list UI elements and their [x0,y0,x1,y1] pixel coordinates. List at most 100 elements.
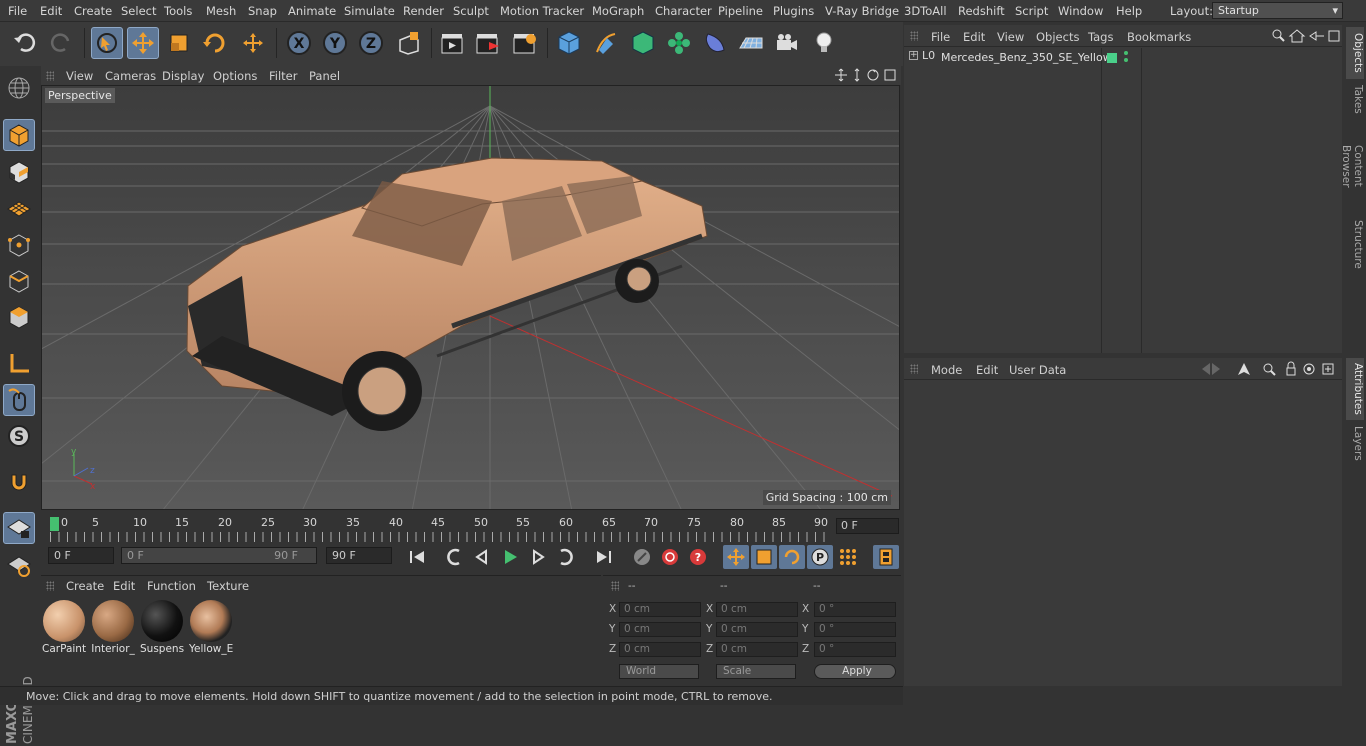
rotate-tool-button[interactable] [199,27,231,59]
object-name[interactable]: Mercedes_Benz_350_SE_Yellow [941,51,1112,64]
grip-icon[interactable] [46,71,54,81]
tweak-mode-button[interactable] [3,384,35,416]
tab-objects[interactable]: Objects [1346,27,1364,79]
next-key-button[interactable] [553,545,579,569]
grip-icon[interactable] [910,31,918,41]
size-z-field[interactable]: 0 cm [716,642,798,657]
render-view-button[interactable] [436,27,468,59]
visibility-render-dot[interactable] [1124,51,1128,55]
snap-button[interactable] [3,466,35,498]
material-item[interactable]: Yellow_E [189,599,233,656]
position-z-field[interactable]: 0 cm [619,642,701,657]
menu-create[interactable]: Create [74,4,112,18]
locked-workplane-button[interactable] [3,512,35,544]
visibility-render-dot[interactable] [1124,58,1128,62]
attributes-menu-mode[interactable]: Mode [931,363,962,377]
viewport-menu-display[interactable]: Display [162,69,204,83]
menu-render[interactable]: Render [403,4,444,18]
deformer-button[interactable] [699,27,731,59]
spline-pen-button[interactable] [590,27,622,59]
menu-script[interactable]: Script [1015,4,1048,18]
point-level-key-button[interactable] [835,545,861,569]
tab-attributes[interactable]: Attributes [1346,358,1364,420]
frame-range-slider[interactable]: 0 F 90 F [121,547,317,564]
viewport-menu-filter[interactable]: Filter [269,69,297,83]
objects-menu-objects[interactable]: Objects [1036,30,1079,44]
timeline-window-button[interactable] [873,545,899,569]
size-y-field[interactable]: 0 cm [716,622,798,637]
menu-simulate[interactable]: Simulate [344,4,395,18]
cloner-button[interactable] [663,27,695,59]
previous-key-button[interactable] [441,545,467,569]
material-menu-create[interactable]: Create [66,579,104,593]
viewport-menu-options[interactable]: Options [213,69,257,83]
rotation-p-field[interactable]: 0 ° [814,622,896,637]
objects-menu-bookmarks[interactable]: Bookmarks [1127,30,1191,44]
redo-button[interactable] [45,27,77,59]
tab-structure[interactable]: Structure [1346,215,1364,273]
menu-select[interactable]: Select [121,4,156,18]
material-item[interactable]: Suspens [140,599,184,656]
cube-object-button[interactable] [553,27,585,59]
model-mode-button[interactable] [3,119,35,151]
visibility-editor-dot[interactable] [1107,53,1117,63]
go-to-end-button[interactable] [591,545,617,569]
grip-icon[interactable] [46,581,54,591]
size-x-field[interactable]: 0 cm [716,602,798,617]
material-item[interactable]: CarPaint [42,599,86,656]
autokey-button[interactable] [657,545,683,569]
attribute-manager-tools[interactable] [1200,361,1340,377]
menu-3dtoall[interactable]: 3DToAll [904,4,947,18]
menu-pipeline[interactable]: Pipeline [718,4,763,18]
play-button[interactable] [497,545,523,569]
rotation-b-field[interactable]: 0 ° [814,642,896,657]
polygons-mode-button[interactable] [3,301,35,333]
points-mode-button[interactable] [3,229,35,261]
floor-button[interactable] [735,27,767,59]
playhead-marker[interactable] [50,517,59,531]
menu-mograph[interactable]: MoGraph [592,4,644,18]
object-manager-tools[interactable] [1272,29,1340,43]
material-menu-edit[interactable]: Edit [113,579,135,593]
scale-key-button[interactable] [751,545,777,569]
timeline-ruler[interactable]: 0 5 10 15 20 25 30 35 40 45 50 55 60 65 … [41,512,901,544]
go-to-start-button[interactable] [404,545,430,569]
light-button[interactable] [808,27,840,59]
menu-sculpt[interactable]: Sculpt [453,4,489,18]
make-editable-button[interactable] [3,72,35,104]
scale-tool-button[interactable] [163,27,195,59]
subdivision-button[interactable] [627,27,659,59]
tab-content-browser[interactable]: Content Browser [1340,119,1364,213]
position-key-button[interactable] [723,545,749,569]
menu-plugins[interactable]: Plugins [773,4,814,18]
camera-label[interactable]: Perspective [45,88,115,103]
start-frame-field[interactable]: 0 F [48,547,114,564]
material-item[interactable]: Interior_ [91,599,135,656]
viewport-menu-cameras[interactable]: Cameras [105,69,156,83]
rotation-h-field[interactable]: 0 ° [814,602,896,617]
objects-menu-view[interactable]: View [997,30,1024,44]
undo-button[interactable] [9,27,41,59]
render-settings-button[interactable] [508,27,540,59]
expand-icon[interactable]: + [909,51,918,60]
solo-button[interactable]: S [3,420,35,452]
menu-motion-tracker[interactable]: Motion Tracker [500,4,584,18]
menu-help[interactable]: Help [1116,4,1142,18]
parameter-key-button[interactable]: P [807,545,833,569]
attributes-menu-edit[interactable]: Edit [976,363,998,377]
z-axis-button[interactable]: Z [355,27,387,59]
record-keys-button[interactable] [629,545,655,569]
edges-mode-button[interactable] [3,265,35,297]
menu-tools[interactable]: Tools [164,4,192,18]
menu-edit[interactable]: Edit [40,4,62,18]
tab-takes[interactable]: Takes [1346,81,1364,117]
menu-animate[interactable]: Animate [288,4,336,18]
menu-snap[interactable]: Snap [248,4,277,18]
rotation-key-button[interactable] [779,545,805,569]
axis-mode-button[interactable] [3,348,35,380]
live-selection-button[interactable] [91,27,123,59]
grip-icon[interactable] [611,581,619,591]
attributes-menu-user-data[interactable]: User Data [1009,363,1066,377]
texture-mode-button[interactable] [3,156,35,188]
workplane-button[interactable] [3,192,35,224]
